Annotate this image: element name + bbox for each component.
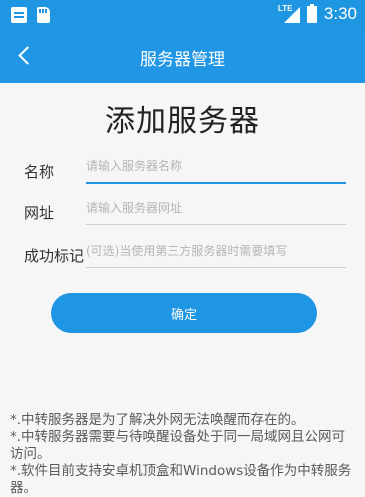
message-notification-icon	[11, 7, 27, 23]
success-mark-input[interactable]	[86, 238, 346, 268]
success-mark-row: 成功标记	[24, 238, 346, 272]
success-mark-label: 成功标记	[24, 247, 85, 265]
lte-signal-icon: LTE	[278, 4, 300, 24]
server-url-row: 网址	[24, 195, 346, 229]
sd-card-icon	[37, 7, 50, 23]
help-notes: *.中转服务器是为了解决外网无法唤醒而存在的。 *.中转服务器需要与待唤醒设备处…	[10, 412, 355, 497]
system-icons: LTE 3:30	[278, 3, 357, 24]
app-bar-title: 服务器管理	[140, 50, 225, 70]
notification-icons	[11, 7, 50, 23]
status-time: 3:30	[323, 4, 357, 23]
server-name-row: 名称	[24, 154, 346, 188]
confirm-button[interactable]: 确定	[51, 293, 317, 333]
note-line: *.中转服务器需要与待唤醒设备处于同一局域网且公网可访问。	[10, 429, 346, 462]
status-bar: LTE 3:30	[0, 0, 365, 30]
note-line: *.中转服务器是为了解决外网无法唤醒而存在的。	[10, 412, 305, 428]
battery-icon	[306, 3, 317, 23]
note-line: *.软件目前支持安卓机顶盒和Windows设备作为中转服务器。	[10, 463, 352, 496]
page-title: 添加服务器	[105, 104, 260, 139]
app-bar: 服务器管理	[0, 30, 365, 83]
server-name-label: 名称	[24, 163, 55, 181]
server-url-input[interactable]	[86, 195, 346, 225]
server-url-label: 网址	[24, 204, 55, 222]
server-name-input[interactable]	[86, 154, 346, 184]
